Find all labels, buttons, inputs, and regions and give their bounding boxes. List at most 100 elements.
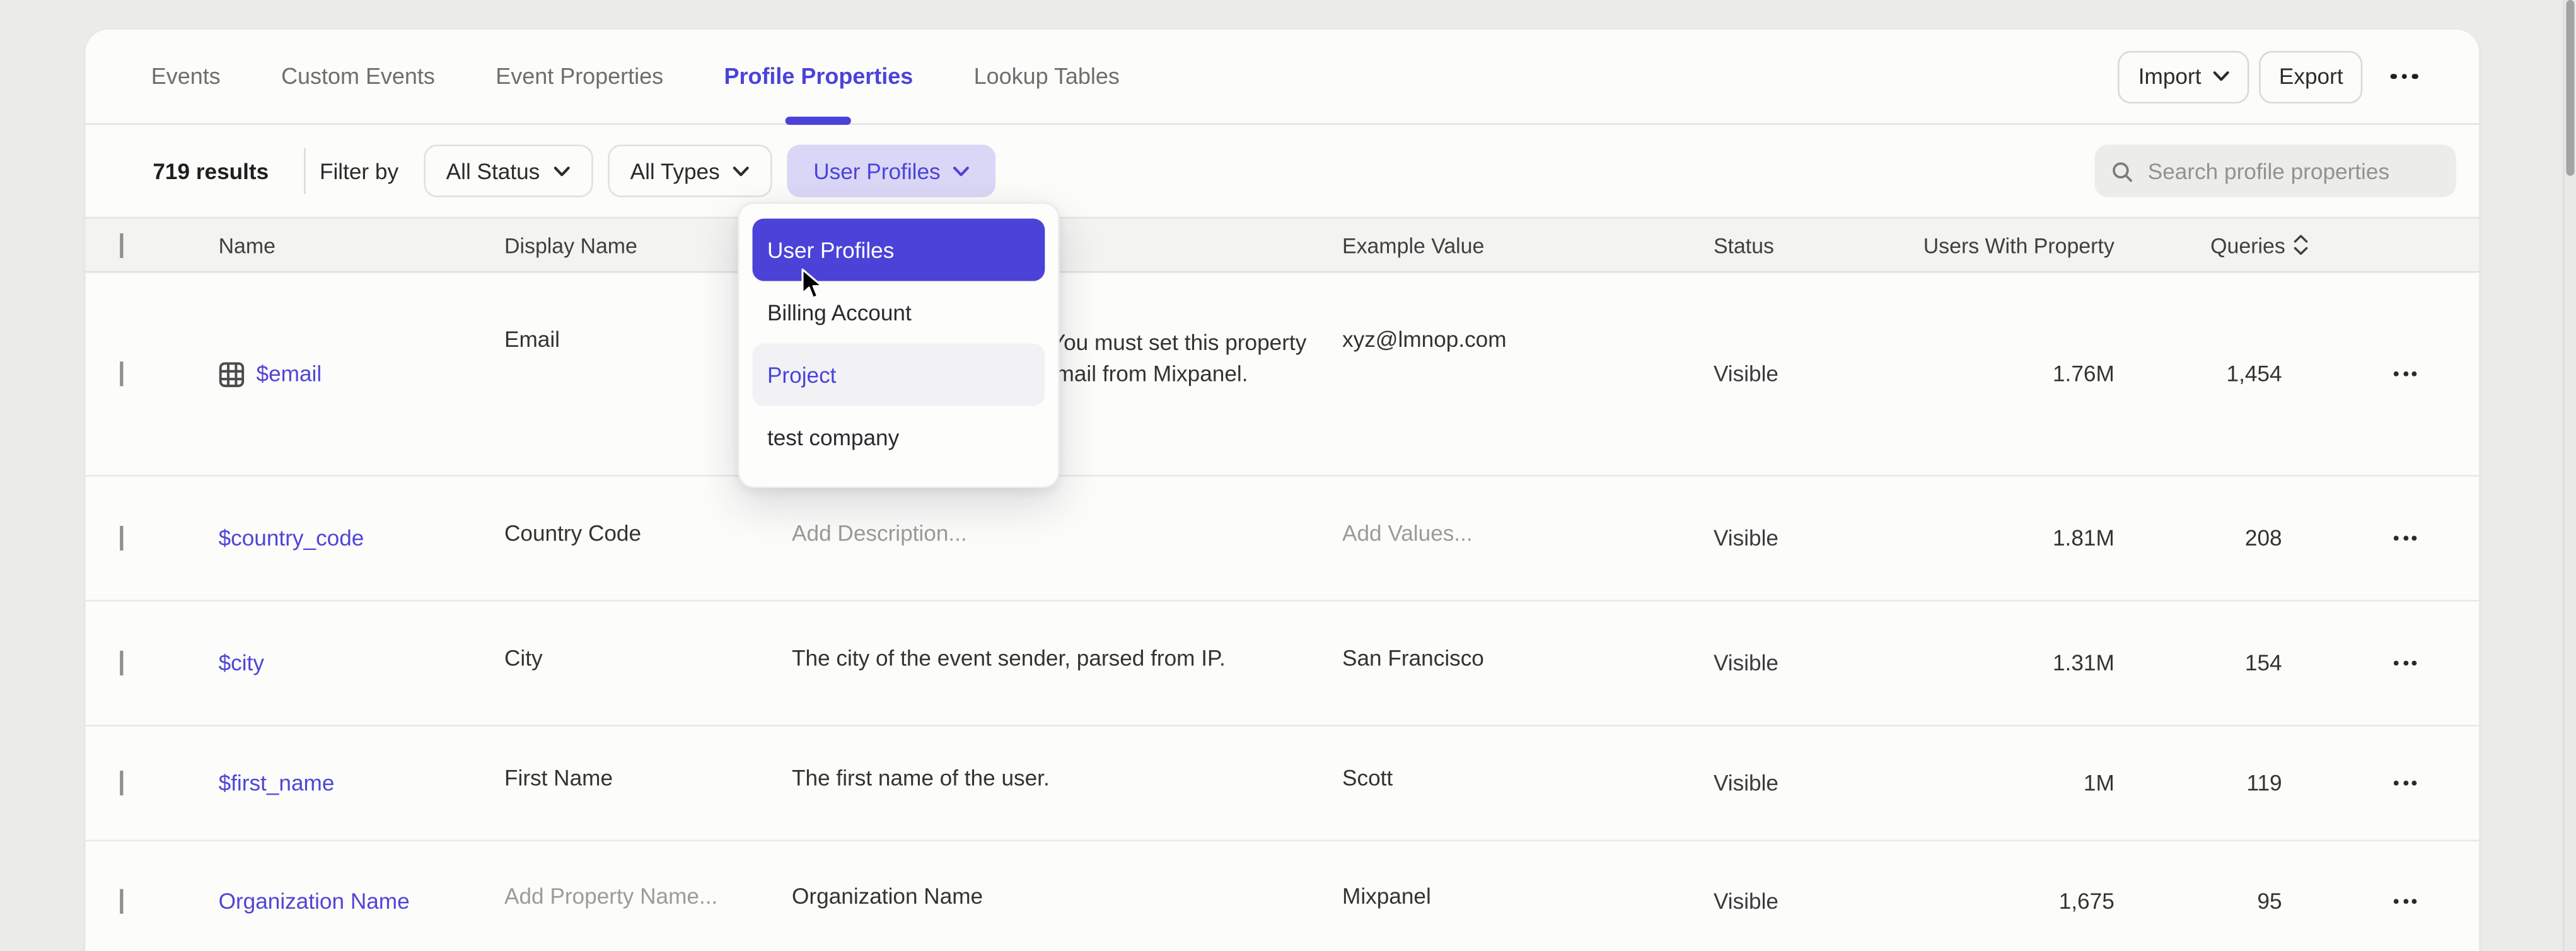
header-users-with-property[interactable]: Users With Property <box>1919 233 2115 257</box>
example-value-field[interactable]: San Francisco <box>1342 646 1714 670</box>
queries-value: 119 <box>2115 771 2282 795</box>
status-value[interactable]: Visible <box>1714 651 1919 675</box>
select-all-checkbox[interactable] <box>120 233 123 257</box>
property-name-link[interactable]: Organization Name <box>219 888 504 913</box>
users-with-property-value: 1,675 <box>1919 888 2115 913</box>
row-checkbox[interactable] <box>120 651 123 675</box>
display-name-field[interactable]: City <box>504 646 792 670</box>
example-value-field[interactable]: xyz@lmnop.com <box>1342 273 1714 475</box>
ellipsis-icon <box>2394 536 2399 541</box>
example-value-field[interactable]: Add Values... <box>1342 521 1714 546</box>
property-name: $city <box>219 651 264 675</box>
search-input[interactable] <box>2148 158 2440 183</box>
example-value-field[interactable]: Scott <box>1342 766 1714 790</box>
tab-label: Event Properties <box>496 64 663 89</box>
search-icon <box>2111 158 2133 183</box>
entity-filter-label: User Profiles <box>813 158 940 183</box>
menu-item-project[interactable]: Project <box>753 344 1045 406</box>
row-actions-button[interactable] <box>2394 371 2480 376</box>
menu-item-user-profiles[interactable]: User Profiles <box>753 219 1045 281</box>
property-name-link[interactable]: $first_name <box>219 771 504 795</box>
users-with-property-value: 1.81M <box>1919 526 2115 551</box>
ellipsis-icon <box>2394 661 2399 666</box>
status-value[interactable]: Visible <box>1714 361 1919 386</box>
type-filter-dropdown[interactable]: All Types <box>607 144 772 197</box>
scrollbar-track[interactable] <box>2563 0 2576 951</box>
row-actions-button[interactable] <box>2394 536 2480 541</box>
tab-custom-events[interactable]: Custom Events <box>281 29 435 124</box>
table-row: $email Email The user's email address. Y… <box>86 273 2480 477</box>
sort-icon <box>2294 233 2308 256</box>
row-actions-button[interactable] <box>2394 781 2480 786</box>
display-name-field[interactable]: Add Property Name... <box>504 884 792 908</box>
description-field[interactable]: The first name of the user. <box>792 766 1342 790</box>
search-box <box>2095 144 2456 197</box>
tab-lookup-tables[interactable]: Lookup Tables <box>974 29 1120 124</box>
property-name-link[interactable]: $city <box>219 651 504 675</box>
display-name-field[interactable]: Country Code <box>504 521 792 546</box>
example-value-field[interactable]: Mixpanel <box>1342 884 1714 908</box>
row-checkbox[interactable] <box>120 771 123 795</box>
more-options-button[interactable] <box>2384 67 2425 86</box>
row-actions-button[interactable] <box>2394 661 2480 666</box>
export-label: Export <box>2279 64 2343 89</box>
description-field[interactable]: Organization Name <box>792 884 1342 908</box>
property-name: $country_code <box>219 526 364 551</box>
entity-filter-dropdown[interactable]: User Profiles <box>787 144 997 197</box>
queries-value: 154 <box>2115 651 2282 675</box>
description-field[interactable]: Add Description... <box>792 521 1342 546</box>
queries-value: 208 <box>2115 526 2282 551</box>
row-checkbox[interactable] <box>120 361 123 386</box>
active-tab-underline <box>786 117 851 124</box>
toolbar: Import Export <box>2118 50 2480 102</box>
row-checkbox[interactable] <box>120 888 123 913</box>
import-button[interactable]: Import <box>2118 50 2249 102</box>
menu-item-billing-account[interactable]: Billing Account <box>753 281 1045 344</box>
queries-value: 1,454 <box>2115 361 2282 386</box>
chevron-down-icon <box>553 165 569 177</box>
header-status[interactable]: Status <box>1714 233 1919 257</box>
status-filter-label: All Status <box>446 158 540 183</box>
row-checkbox[interactable] <box>120 526 123 551</box>
users-with-property-value: 1.31M <box>1919 651 2115 675</box>
status-filter-dropdown[interactable]: All Status <box>423 144 592 197</box>
tab-events[interactable]: Events <box>151 29 221 124</box>
display-name-field[interactable]: First Name <box>504 766 792 790</box>
description-field[interactable]: The city of the event sender, parsed fro… <box>792 646 1342 670</box>
header-example-value[interactable]: Example Value <box>1342 233 1714 257</box>
status-value[interactable]: Visible <box>1714 771 1919 795</box>
chevron-down-icon <box>953 165 970 177</box>
row-actions-button[interactable] <box>2394 898 2480 903</box>
property-name-link[interactable]: $email <box>219 361 504 387</box>
filter-by-label: Filter by <box>320 158 398 183</box>
tab-label: Profile Properties <box>724 64 914 89</box>
table-row: Organization Name Add Property Name... O… <box>86 841 2480 951</box>
tab-label: Lookup Tables <box>974 64 1120 89</box>
tab-profile-properties[interactable]: Profile Properties <box>724 29 914 124</box>
tab-event-properties[interactable]: Event Properties <box>496 29 663 124</box>
results-count: 719 results <box>153 158 269 183</box>
type-filter-label: All Types <box>630 158 720 183</box>
filter-bar: 719 results Filter by All Status All Typ… <box>86 125 2480 219</box>
status-value[interactable]: Visible <box>1714 526 1919 551</box>
mouse-cursor-icon <box>800 268 825 301</box>
header-name[interactable]: Name <box>219 233 504 257</box>
table-header: Name Display Name Example Value Status U… <box>86 219 2480 273</box>
content-card: Events Custom Events Event Properties Pr… <box>86 30 2480 951</box>
property-name: $email <box>257 361 322 386</box>
table-row: $first_name First Name The first name of… <box>86 726 2480 841</box>
chevron-down-icon <box>2213 71 2229 82</box>
menu-item-test-company[interactable]: test company <box>753 406 1045 469</box>
status-value[interactable]: Visible <box>1714 888 1919 913</box>
tab-label: Events <box>151 64 221 89</box>
header-queries[interactable]: Queries <box>2115 233 2308 257</box>
tabs-bar: Events Custom Events Event Properties Pr… <box>86 30 2480 125</box>
divider <box>303 148 305 194</box>
entity-dropdown-menu: User Profiles Billing Account Project te… <box>738 202 1060 488</box>
property-name: $first_name <box>219 771 335 795</box>
table-row: $city City The city of the event sender,… <box>86 602 2480 726</box>
chevron-down-icon <box>733 165 750 177</box>
scrollbar-thumb[interactable] <box>2566 0 2574 176</box>
export-button[interactable]: Export <box>2260 50 2363 102</box>
property-name-link[interactable]: $country_code <box>219 526 504 551</box>
